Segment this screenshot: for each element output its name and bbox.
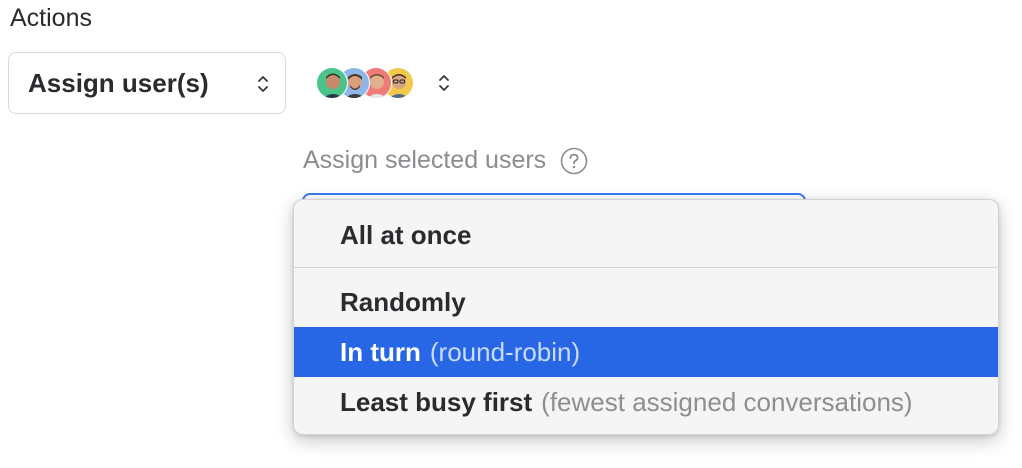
actions-panel: Actions Assign user(s) Assign selected u… — [0, 0, 1022, 468]
chevron-updown-icon — [439, 75, 449, 91]
action-type-value: Assign user(s) — [28, 67, 209, 98]
assignee-picker[interactable] — [316, 67, 456, 101]
dropdown-divider — [294, 267, 998, 268]
option-label: All at once — [340, 219, 472, 250]
chevron-updown-icon — [258, 76, 268, 92]
section-title: Actions — [10, 4, 92, 32]
option-hint: (round-robin) — [429, 336, 581, 367]
action-type-select[interactable]: Assign user(s) — [8, 52, 286, 114]
option-label: Least busy first — [340, 386, 533, 417]
dropdown-option-all-at-once[interactable]: All at once — [294, 210, 998, 260]
dropdown-option-in-turn[interactable]: In turn (round-robin) — [294, 327, 998, 377]
assign-mode-label: Assign selected users — [303, 146, 588, 175]
dropdown-option-least-busy-first[interactable]: Least busy first (fewest assigned conver… — [294, 377, 998, 427]
assign-mode-dropdown-menu: All at once Randomly In turn (round-robi… — [293, 199, 999, 435]
option-label: Randomly — [340, 286, 466, 317]
dropdown-option-randomly[interactable]: Randomly — [294, 277, 998, 327]
option-label: In turn — [340, 336, 421, 367]
option-hint: (fewest assigned conversations) — [541, 386, 913, 417]
help-icon[interactable] — [560, 147, 588, 175]
assign-mode-label-text: Assign selected users — [303, 146, 547, 174]
user-avatar — [316, 67, 348, 99]
